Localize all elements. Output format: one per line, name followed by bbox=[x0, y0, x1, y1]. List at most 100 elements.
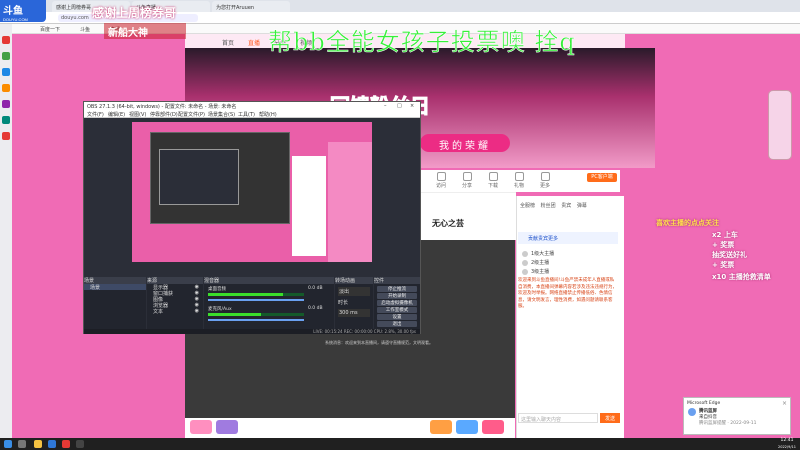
transition-select[interactable]: 淡出 bbox=[338, 287, 370, 296]
duration-input[interactable]: 300 ms bbox=[338, 309, 370, 317]
obs-menu-file[interactable]: 文件(F) bbox=[87, 111, 104, 118]
dock-header-sources: 来源 bbox=[147, 277, 203, 284]
folder-icon[interactable] bbox=[34, 440, 42, 448]
studio-mode-button[interactable]: 工作室模式 bbox=[377, 307, 417, 313]
overlay-banner: 感谢上周榜券哥 bbox=[92, 6, 177, 20]
obs-scenes-list: 场景 bbox=[84, 284, 146, 329]
gift-item[interactable] bbox=[482, 420, 504, 434]
volume-slider[interactable] bbox=[208, 319, 304, 321]
bookmark-1[interactable]: 百度一下 bbox=[40, 26, 60, 33]
send-button[interactable]: 发送 bbox=[600, 413, 620, 423]
avatar bbox=[522, 250, 528, 257]
nav-home[interactable]: 首页 bbox=[222, 38, 234, 47]
chat-notice[interactable]: 贡献贵宾更多 bbox=[518, 232, 618, 244]
toolbar-download[interactable]: 下载 bbox=[482, 172, 504, 189]
browser-tab-3[interactable]: 为您打开Aruuen bbox=[212, 1, 290, 12]
app-icon[interactable] bbox=[2, 68, 10, 76]
side-event-icon[interactable] bbox=[768, 90, 792, 160]
mixer-meter bbox=[208, 293, 304, 296]
gift-item[interactable] bbox=[190, 420, 212, 434]
obs-menu-scenes[interactable]: 场景集合(S) bbox=[208, 111, 235, 118]
nav-live[interactable]: 直播 bbox=[248, 38, 260, 47]
dock-header-transitions: 转场动画 bbox=[335, 277, 373, 284]
chat-tab[interactable]: 粉丝团 bbox=[541, 203, 556, 209]
source-label: 文本 bbox=[153, 309, 164, 315]
hero-subtitle: 我的荣耀 bbox=[420, 134, 510, 152]
close-icon[interactable]: × bbox=[782, 400, 787, 407]
mixer-meter-fill bbox=[208, 313, 261, 316]
start-record-button[interactable]: 开始录制 bbox=[377, 293, 417, 299]
rank-label: 2级主播 bbox=[531, 260, 550, 266]
stop-stream-button[interactable]: 停止推流 bbox=[377, 286, 417, 292]
exit-button[interactable]: 退出 bbox=[377, 321, 417, 327]
welcome-line: x2 上车 bbox=[712, 231, 738, 239]
welcome-line: x10 主播抢救清单 bbox=[712, 273, 771, 281]
minimize-icon[interactable]: – bbox=[384, 103, 387, 109]
mixer-meter bbox=[208, 313, 304, 316]
toolbar-visit[interactable]: 访问 bbox=[430, 172, 452, 189]
app-icon[interactable] bbox=[2, 100, 10, 108]
obs-statusbar: LIVE: 00:15:24 REC: 00:00:00 CPU: 2.8%, … bbox=[84, 329, 420, 334]
obs-menu-docks[interactable]: 停靠部件(D) bbox=[150, 111, 178, 118]
obs-titlebar[interactable]: OBS 27.1.3 (64-bit, windows) - 配置文件: 未命名… bbox=[84, 102, 420, 111]
toolbar-more[interactable]: 更多 bbox=[534, 172, 556, 189]
chat-tab[interactable]: 贵宾 bbox=[561, 203, 571, 209]
obs-menu-help[interactable]: 帮助(H) bbox=[259, 111, 277, 118]
chat-input[interactable]: 这里输入聊天内容 bbox=[518, 413, 598, 423]
chat-tab[interactable]: 全服榜 bbox=[520, 203, 535, 209]
notification-footer: 腾讯蓝屏提醒 · 2022-09-11 bbox=[699, 421, 757, 426]
source-item[interactable]: 文本 ◉ bbox=[147, 308, 203, 315]
app-icon[interactable] bbox=[2, 84, 10, 92]
avatar bbox=[522, 268, 528, 275]
app-icon[interactable] bbox=[2, 132, 10, 140]
preview-chat bbox=[292, 156, 326, 256]
app-icon[interactable] bbox=[2, 116, 10, 124]
taskbar-clock[interactable]: 12:41 2022/9/11 bbox=[778, 438, 796, 450]
search-icon[interactable] bbox=[18, 440, 26, 448]
app-icon[interactable] bbox=[2, 36, 10, 44]
preview-nested-obs bbox=[159, 149, 239, 205]
video-caption: 系统消息：欢迎来到本直播间，请遵守直播规范，文明观看。 bbox=[325, 340, 433, 345]
obs-menu-tools[interactable]: 工具(T) bbox=[238, 111, 255, 118]
gift-icon bbox=[514, 172, 524, 181]
start-icon[interactable] bbox=[4, 440, 12, 448]
gift-item[interactable] bbox=[216, 420, 238, 434]
toolbar-label: 访问 bbox=[435, 183, 446, 189]
obs-preview[interactable] bbox=[132, 122, 372, 262]
taskbar bbox=[0, 438, 800, 450]
obs-transitions: 淡出 时长 300 ms bbox=[335, 284, 373, 329]
obs-menubar: 文件(F) 编辑(E) 视图(V) 停靠部件(D) 配置文件(P) 场景集合(S… bbox=[84, 111, 420, 118]
obs-menu-view[interactable]: 视图(V) bbox=[129, 111, 146, 118]
welcome-line: + 奖票 bbox=[712, 241, 735, 249]
douyu-logo[interactable]: 斗鱼 DOUYU.COM bbox=[0, 0, 46, 22]
scene-item[interactable]: 场景 bbox=[84, 284, 146, 291]
preview-nested-capture bbox=[150, 132, 290, 224]
maximize-icon[interactable]: □ bbox=[397, 103, 402, 109]
obs-menu-profile[interactable]: 配置文件(P) bbox=[178, 111, 205, 118]
rank-label: 1级大主播 bbox=[531, 251, 555, 257]
toolbar-gift[interactable]: 礼物 bbox=[508, 172, 530, 189]
chat-tab[interactable]: 弹幕 bbox=[577, 203, 587, 209]
close-icon[interactable]: × bbox=[410, 103, 414, 109]
settings-button[interactable]: 设置 bbox=[377, 314, 417, 320]
gift-item[interactable] bbox=[430, 420, 452, 434]
bookmark-2[interactable]: 斗鱼 bbox=[80, 26, 90, 33]
avatar bbox=[688, 408, 696, 416]
client-button[interactable]: PC客户端 bbox=[587, 173, 617, 182]
rank-label: 3级主播 bbox=[531, 269, 550, 275]
obs-icon[interactable] bbox=[76, 440, 84, 448]
obs-menu-edit[interactable]: 编辑(E) bbox=[108, 111, 125, 118]
mixer-track-db: 0.0 dB bbox=[308, 286, 323, 291]
gift-item[interactable] bbox=[456, 420, 478, 434]
mixer-meter-fill bbox=[208, 293, 283, 296]
virtual-camera-button[interactable]: 启动虚拟摄像机 bbox=[377, 300, 417, 306]
volume-slider[interactable] bbox=[208, 299, 304, 301]
share-icon bbox=[462, 172, 472, 181]
eye-icon[interactable]: ◉ bbox=[195, 308, 199, 314]
toast-notification[interactable]: Microsoft Edge 腾讯蓝屏 来自抖音 腾讯蓝屏提醒 · 2022-0… bbox=[683, 397, 791, 435]
toolbar-share[interactable]: 分享 bbox=[456, 172, 478, 189]
toolbar-label: 更多 bbox=[539, 183, 550, 189]
douyu-icon[interactable] bbox=[62, 440, 70, 448]
app-icon[interactable] bbox=[2, 52, 10, 60]
browser-icon[interactable] bbox=[48, 440, 56, 448]
